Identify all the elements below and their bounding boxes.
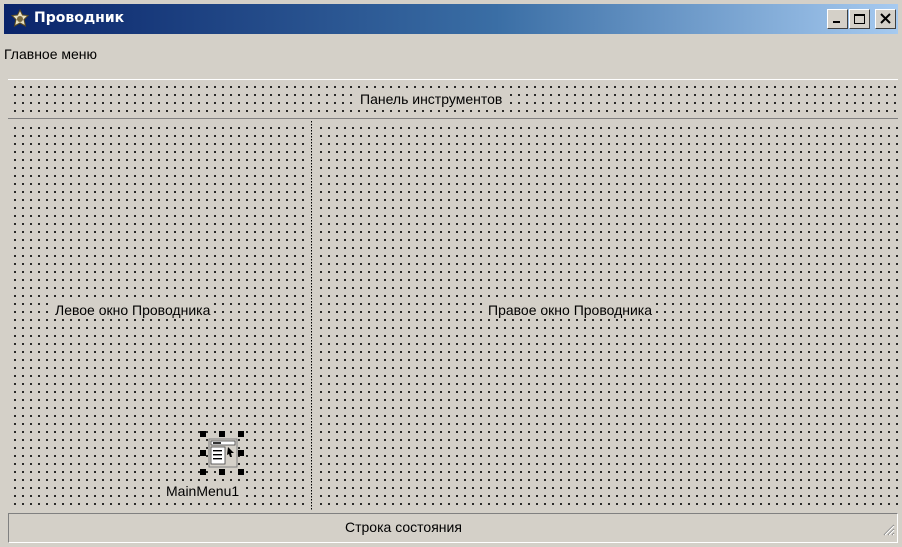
- minimize-button[interactable]: [827, 9, 848, 29]
- form-window: Проводник Главное меню Панель инструмент…: [0, 0, 902, 547]
- left-explorer-panel[interactable]: Левое окно Проводника MainMenu1: [8, 121, 310, 511]
- window-title: Проводник: [34, 10, 125, 26]
- right-explorer-panel[interactable]: Правое окно Проводника: [314, 121, 898, 511]
- main-menu-bar[interactable]: Главное меню: [4, 46, 97, 62]
- status-bar: Строка состояния: [8, 513, 898, 543]
- panel-splitter[interactable]: [310, 121, 313, 511]
- explorer-app-icon: [10, 8, 30, 29]
- main-menu-label[interactable]: Главное меню: [4, 46, 97, 62]
- status-bar-text: Строка состояния: [345, 519, 462, 535]
- title-bar[interactable]: Проводник: [4, 4, 898, 34]
- maximize-button[interactable]: [849, 9, 870, 29]
- toolbar-caption: Панель инструментов: [358, 91, 505, 107]
- close-button[interactable]: [875, 9, 896, 29]
- left-panel-caption: Левое окно Проводника: [53, 302, 213, 318]
- main-menu-component-label: MainMenu1: [165, 483, 241, 499]
- main-menu-component-icon: [198, 431, 246, 481]
- right-panel-caption: Правое окно Проводника: [486, 302, 655, 318]
- size-grip-icon[interactable]: [881, 522, 895, 540]
- toolbar-panel[interactable]: Панель инструментов: [8, 79, 898, 119]
- main-menu-component[interactable]: [198, 429, 246, 477]
